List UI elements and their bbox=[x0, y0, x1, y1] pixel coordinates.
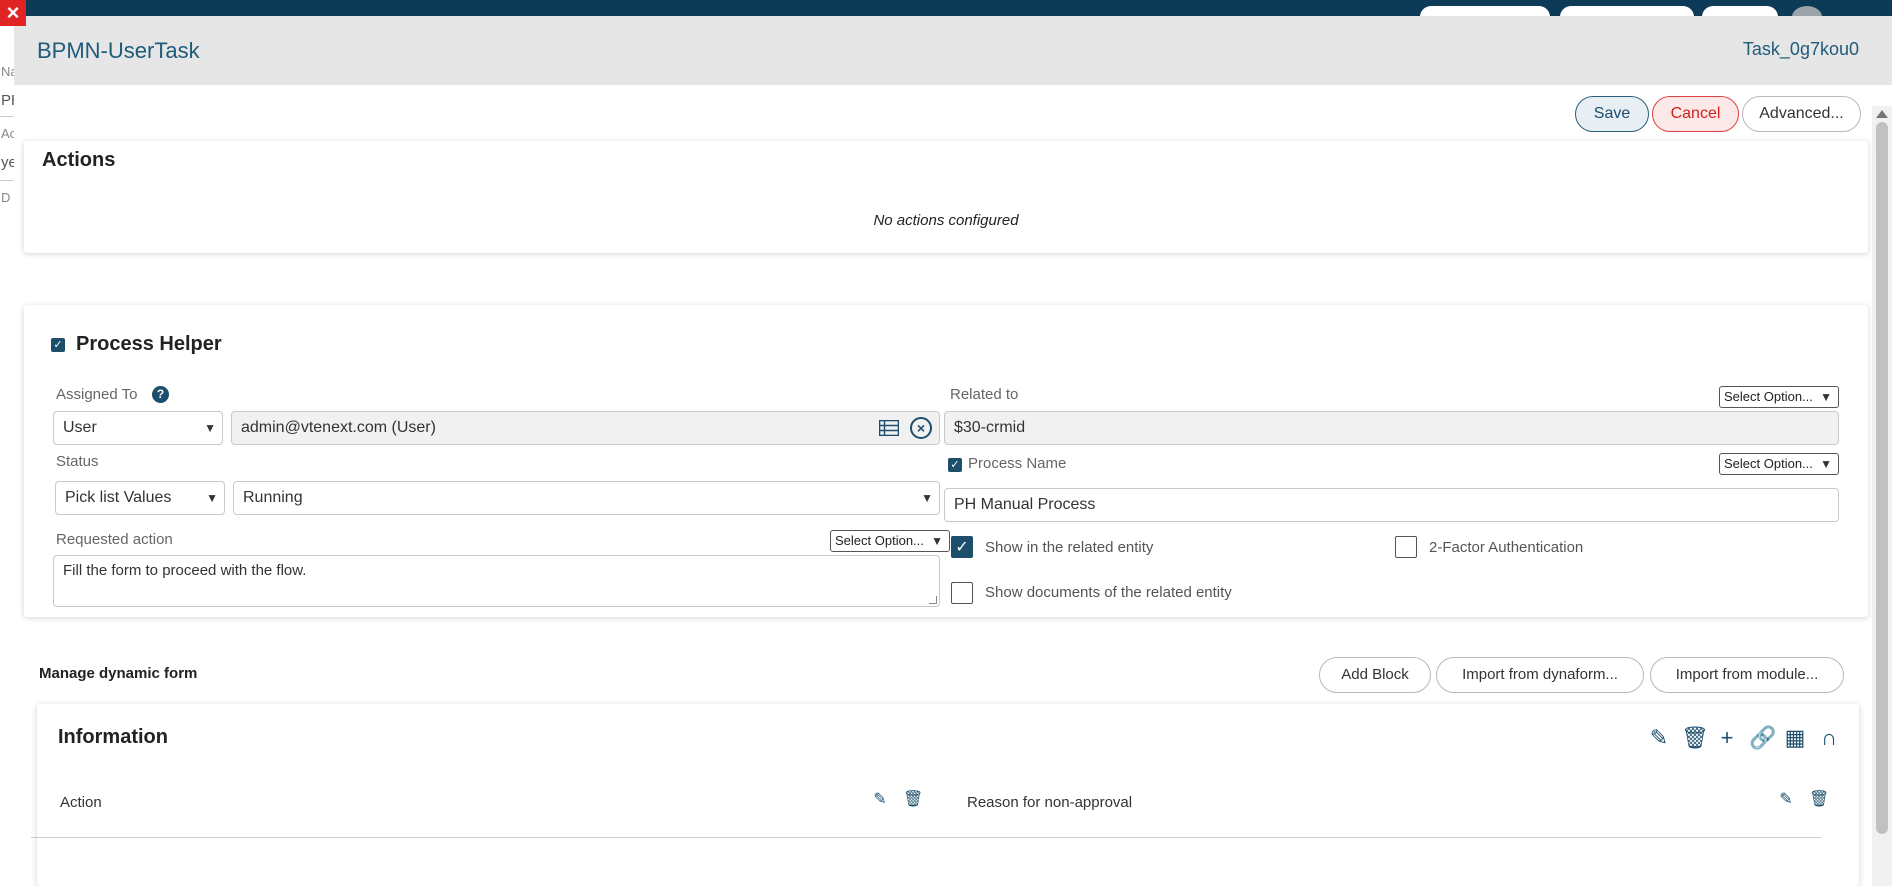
table-icon[interactable]: ▦ bbox=[1783, 726, 1807, 750]
clear-icon[interactable]: × bbox=[910, 417, 932, 439]
chevron-down-icon: ▼ bbox=[204, 421, 216, 435]
process-name-label: Process Name bbox=[968, 455, 1067, 472]
show-documents-checkbox[interactable] bbox=[951, 582, 973, 604]
status-label: Status bbox=[56, 453, 99, 470]
actions-title: Actions bbox=[42, 149, 116, 171]
trash-icon[interactable]: 🗑 bbox=[1809, 791, 1829, 809]
add-block-button[interactable]: Add Block bbox=[1319, 657, 1431, 693]
trash-icon[interactable]: 🗑 bbox=[903, 791, 923, 809]
magnet-icon[interactable]: ∩ bbox=[1817, 726, 1841, 750]
related-to-option-select[interactable]: Select Option... ▼ bbox=[1719, 386, 1839, 408]
requested-action-label: Requested action bbox=[56, 531, 173, 548]
information-title: Information bbox=[58, 726, 168, 748]
related-to-field[interactable]: $30-crmid bbox=[944, 411, 1839, 445]
field-label: Reason for non-approval bbox=[967, 794, 1133, 811]
advanced-button[interactable]: Advanced... bbox=[1742, 96, 1861, 132]
edit-icon[interactable]: ✎ bbox=[871, 791, 889, 809]
show-related-checkbox[interactable]: ✓ bbox=[951, 536, 973, 558]
scroll-thumb[interactable] bbox=[1876, 122, 1888, 834]
assigned-type-select[interactable]: User ▼ bbox=[53, 411, 223, 445]
status-value-select[interactable]: Running ▼ bbox=[233, 481, 940, 515]
process-helper-title: Process Helper bbox=[76, 333, 222, 355]
process-name-field[interactable]: PH Manual Process bbox=[944, 488, 1839, 522]
background-text: D bbox=[1, 190, 11, 205]
help-icon[interactable]: ? bbox=[152, 386, 169, 403]
save-button[interactable]: Save bbox=[1575, 96, 1649, 132]
modal-scrollbar[interactable] bbox=[1872, 106, 1892, 886]
process-helper-checkbox[interactable]: ✓ bbox=[51, 338, 65, 352]
two-factor-checkbox[interactable] bbox=[1395, 536, 1417, 558]
status-type-select[interactable]: Pick list Values ▼ bbox=[55, 481, 225, 515]
actions-card: Actions No actions configured bbox=[24, 141, 1868, 253]
chevron-down-icon: ▼ bbox=[921, 491, 933, 505]
usertask-modal: BPMN-UserTask Task_0g7kou0 Save Cancel A… bbox=[14, 16, 1892, 886]
process-name-checkbox[interactable]: ✓ bbox=[948, 458, 962, 472]
requested-action-textarea[interactable]: Fill the form to proceed with the flow. bbox=[53, 555, 940, 607]
background-sidebar: Na PH Ac ye D bbox=[0, 20, 22, 886]
manage-dynamic-form-title: Manage dynamic form bbox=[39, 665, 198, 682]
information-card: Information ✎ 🗑 + 🔗 ▦ ∩ Action ✎ 🗑 Reaso… bbox=[37, 704, 1859, 886]
process-helper-card: ✓ Process Helper Assigned To ? User ▼ adm… bbox=[24, 305, 1868, 617]
link-icon[interactable]: 🔗 bbox=[1749, 726, 1776, 750]
process-name-option-select[interactable]: Select Option... ▼ bbox=[1719, 453, 1839, 475]
field-label: Action bbox=[60, 794, 102, 811]
cancel-button[interactable]: Cancel bbox=[1652, 96, 1739, 132]
chevron-down-icon: ▼ bbox=[1820, 457, 1832, 471]
modal-title: BPMN-UserTask bbox=[37, 38, 200, 63]
add-icon[interactable]: + bbox=[1715, 726, 1739, 750]
actions-empty-text: No actions configured bbox=[873, 212, 1019, 229]
close-icon[interactable]: × bbox=[0, 0, 26, 26]
task-id: Task_0g7kou0 bbox=[1742, 39, 1859, 59]
chevron-down-icon: ▼ bbox=[931, 534, 943, 548]
assigned-user-field[interactable]: admin@vtenext.com (User) bbox=[231, 411, 940, 445]
chevron-down-icon: ▼ bbox=[1820, 390, 1832, 404]
requested-action-option-select[interactable]: Select Option... ▼ bbox=[830, 530, 950, 552]
trash-icon[interactable]: 🗑 bbox=[1681, 726, 1709, 750]
show-related-label: Show in the related entity bbox=[985, 539, 1154, 556]
show-documents-label: Show documents of the related entity bbox=[985, 584, 1232, 601]
resize-handle[interactable] bbox=[929, 596, 937, 604]
two-factor-label: 2-Factor Authentication bbox=[1429, 539, 1584, 556]
list-icon[interactable] bbox=[879, 420, 899, 436]
related-to-label: Related to bbox=[950, 386, 1019, 403]
scroll-up-icon[interactable] bbox=[1876, 110, 1888, 118]
import-dynaform-button[interactable]: Import from dynaform... bbox=[1436, 657, 1644, 693]
edit-icon[interactable]: ✎ bbox=[1647, 726, 1671, 750]
import-module-button[interactable]: Import from module... bbox=[1650, 657, 1844, 693]
assigned-to-label: Assigned To bbox=[56, 386, 138, 403]
chevron-down-icon: ▼ bbox=[206, 491, 218, 505]
modal-header: BPMN-UserTask Task_0g7kou0 bbox=[14, 16, 1892, 85]
edit-icon[interactable]: ✎ bbox=[1777, 791, 1795, 809]
divider bbox=[31, 837, 1821, 838]
